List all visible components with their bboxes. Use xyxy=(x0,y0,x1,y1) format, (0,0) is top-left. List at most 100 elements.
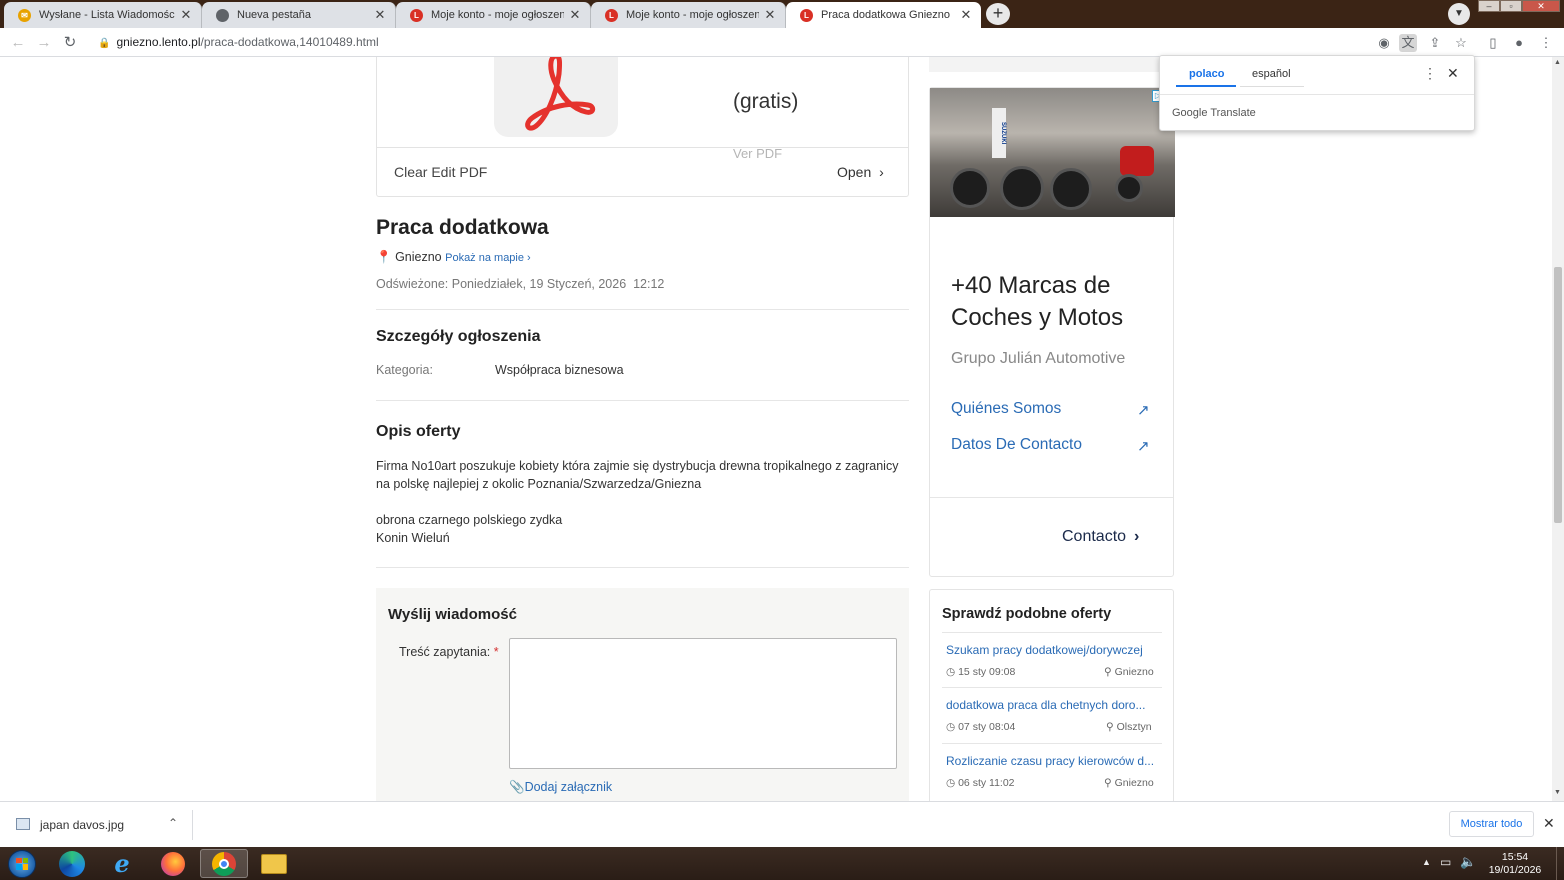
ad-contact-button[interactable]: Contacto › xyxy=(1062,528,1139,546)
category-value: Współpraca biznesowa xyxy=(495,363,624,377)
menu-icon[interactable]: ⋮ xyxy=(1537,34,1555,52)
show-hidden-icons[interactable]: ▲ xyxy=(1422,857,1431,867)
divider xyxy=(376,567,909,568)
bookmark-star-icon[interactable]: ☆ xyxy=(1452,34,1470,52)
translate-icon[interactable]: 文 xyxy=(1399,34,1417,52)
network-icon[interactable]: ▭ xyxy=(1440,855,1451,869)
open-button[interactable]: Open › xyxy=(837,164,884,180)
divider xyxy=(192,810,193,840)
similar-offer-title[interactable]: dodatkowa praca dla chetnych doro... xyxy=(946,698,1145,712)
share-icon[interactable]: ⇪ xyxy=(1426,34,1444,52)
tab-praca-dodatkowa[interactable]: L Praca dodatkowa Gniezno ✕ xyxy=(786,2,981,28)
close-tab-icon[interactable]: ✕ xyxy=(763,7,777,23)
maximize-button[interactable]: ▫ xyxy=(1500,0,1522,12)
taskbar-file-explorer[interactable] xyxy=(252,849,296,878)
similar-offer-city: ⚲ Olsztyn xyxy=(1106,721,1152,733)
address-bar[interactable]: 🔒 gniezno.lento.pl/praca-dodatkowa,140104… xyxy=(98,35,379,49)
chevron-up-icon[interactable]: ⌃ xyxy=(168,816,178,830)
volume-icon[interactable]: 🔈 xyxy=(1460,854,1476,870)
reload-icon[interactable]: ↻ xyxy=(60,33,80,53)
internet-explorer-icon: e xyxy=(114,849,130,878)
show-all-downloads-button[interactable]: Mostrar todo xyxy=(1449,811,1534,837)
tab-new-tab[interactable]: Nueva pestaña ✕ xyxy=(202,2,396,28)
download-filename[interactable]: japan davos.jpg xyxy=(40,818,124,832)
location-pin-icon: 📍 xyxy=(376,250,392,264)
mail-icon: ✉ xyxy=(18,8,31,22)
message-textarea[interactable] xyxy=(509,638,897,769)
translate-target-lang-tab[interactable]: español xyxy=(1252,68,1291,80)
display-ad[interactable]: SUZUKI ▷ +40 Marcas de Coches y Motos Gr… xyxy=(929,87,1175,577)
ad-headline: +40 Marcas de Coches y Motos xyxy=(951,272,1124,331)
windows-logo-icon xyxy=(8,849,36,878)
chrome-icon xyxy=(216,8,229,22)
required-mark: * xyxy=(493,645,499,659)
pdf-ad-name: Clear Edit PDF xyxy=(394,164,488,180)
close-tab-icon[interactable]: ✕ xyxy=(568,7,582,23)
similar-offers-panel: Sprawdź podobne oferty Szukam pracy doda… xyxy=(929,589,1174,801)
minimize-button[interactable]: – xyxy=(1478,0,1500,12)
add-attachment-link[interactable]: 📎Dodaj załącznik xyxy=(509,780,612,795)
forward-icon[interactable]: → xyxy=(34,33,54,53)
taskbar-firefox[interactable] xyxy=(151,849,195,878)
details-heading: Szczegóły ogłoszenia xyxy=(376,328,541,345)
scrollbar-thumb[interactable] xyxy=(1554,267,1562,523)
translate-source-lang-tab[interactable]: polaco xyxy=(1189,68,1224,80)
taskbar-chrome[interactable] xyxy=(200,849,248,878)
new-tab-button[interactable]: + xyxy=(986,3,1010,25)
taskbar-clock[interactable]: 15:54 19/01/2026 xyxy=(1485,851,1545,877)
browser-toolbar: ← → ↻ 🔒 gniezno.lento.pl/praca-dodatkowa,… xyxy=(0,28,1564,57)
similar-offer-item[interactable]: Rozliczanie czasu pracy kierowców d... ◷… xyxy=(942,743,1162,797)
translate-options-icon[interactable]: ⋮ xyxy=(1423,65,1437,82)
divider xyxy=(930,497,1173,498)
external-link-icon[interactable]: ↗ xyxy=(1137,437,1150,455)
pdf-ad-card[interactable]: (gratis) Ver PDF Clear Edit PDF Open › xyxy=(376,57,909,197)
close-download-bar-icon[interactable]: ✕ xyxy=(1543,815,1555,832)
show-desktop-button[interactable] xyxy=(1556,847,1564,880)
side-panel-icon[interactable]: ▯ xyxy=(1484,34,1502,52)
profile-icon[interactable]: ● xyxy=(1510,34,1528,52)
show-on-map-link[interactable]: Pokaż na mapie › xyxy=(445,252,531,264)
lento-icon: L xyxy=(800,8,813,22)
similar-offers-heading: Sprawdź podobne oferty xyxy=(942,606,1112,622)
start-button[interactable] xyxy=(0,849,44,878)
external-link-icon[interactable]: ↗ xyxy=(1137,401,1150,419)
windows-taskbar: e ▲ ▭ 🔈 15:54 19/01/2026 xyxy=(0,847,1564,880)
cookie-blocked-icon[interactable]: ◉ xyxy=(1375,34,1393,52)
back-icon[interactable]: ← xyxy=(8,33,28,53)
wheel-shape xyxy=(1115,174,1143,202)
ad-link-datos-contacto[interactable]: Datos De Contacto xyxy=(951,436,1082,454)
similar-offer-item[interactable]: Szukam pracy dodatkowej/dorywczej ◷ 15 s… xyxy=(942,632,1162,686)
similar-offer-item[interactable]: dodatkowa praca dla chetnych doro... ◷ 0… xyxy=(942,687,1162,741)
similar-offer-title[interactable]: Szukam pracy dodatkowej/dorywczej xyxy=(946,643,1143,657)
translate-close-icon[interactable]: ✕ xyxy=(1447,65,1459,82)
divider xyxy=(376,400,909,401)
close-tab-icon[interactable]: ✕ xyxy=(179,7,193,23)
ad-advertiser: Grupo Julián Automotive xyxy=(951,350,1126,367)
scroll-down-icon[interactable]: ▼ xyxy=(1554,789,1561,796)
wheel-shape xyxy=(1050,168,1092,210)
acrobat-logo-icon xyxy=(525,57,596,131)
lento-icon: L xyxy=(410,8,423,22)
tab-sent-messages[interactable]: ✉ Wysłane - Lista Wiadomości - Po ✕ xyxy=(4,2,202,28)
folder-icon xyxy=(261,853,287,874)
similar-offer-title[interactable]: Rozliczanie czasu pracy kierowców d... xyxy=(946,754,1154,768)
taskbar-edge[interactable] xyxy=(50,849,94,878)
similar-offer-city: ⚲ Gniezno xyxy=(1104,777,1154,789)
close-tab-icon[interactable]: ✕ xyxy=(959,7,973,23)
location-line: 📍 Gniezno Pokaż na mapie › xyxy=(376,250,531,265)
ad-link-quienes-somos[interactable]: Quiénes Somos xyxy=(951,400,1061,418)
tab-my-account-2[interactable]: L Moje konto - moje ogłoszenia - L ✕ xyxy=(591,2,786,28)
chrome-icon xyxy=(212,851,236,876)
location-city: Gniezno xyxy=(395,250,442,264)
tab-strip: ✉ Wysłane - Lista Wiadomości - Po ✕ Nuev… xyxy=(0,0,1564,28)
tab-search-icon[interactable]: ▼ xyxy=(1448,3,1470,25)
close-tab-icon[interactable]: ✕ xyxy=(373,7,387,23)
tab-my-account-1[interactable]: L Moje konto - moje ogłoszenia - L ✕ xyxy=(396,2,591,28)
message-form-heading: Wyślij wiadomość xyxy=(388,606,517,623)
taskbar-internet-explorer[interactable]: e xyxy=(100,849,144,878)
chevron-right-icon: › xyxy=(1134,528,1140,545)
pdf-ad-title: (gratis) xyxy=(733,90,799,113)
close-window-button[interactable]: ✕ xyxy=(1522,0,1560,12)
scroll-up-icon[interactable]: ▲ xyxy=(1554,59,1561,66)
page-scrollbar[interactable]: ▲ ▼ xyxy=(1552,57,1564,801)
